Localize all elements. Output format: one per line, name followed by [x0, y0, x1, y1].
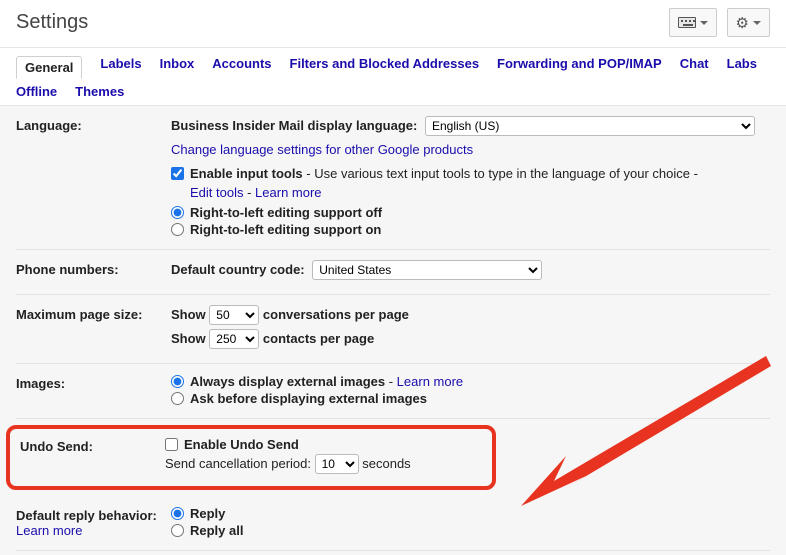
images-ask-label: Ask before displaying external images	[190, 391, 427, 406]
settings-header: Settings ⚙	[0, 0, 786, 48]
rtl-on-radio[interactable]	[171, 223, 184, 236]
images-learn-more-link[interactable]: Learn more	[397, 374, 463, 389]
gear-icon: ⚙	[736, 14, 749, 32]
display-language-select[interactable]: English (US)	[425, 116, 755, 136]
dash: -	[243, 185, 255, 200]
images-always-radio[interactable]	[171, 375, 184, 388]
input-tools-button[interactable]	[669, 8, 717, 37]
language-label: Language:	[16, 116, 171, 239]
enable-undo-send-label: Enable Undo Send	[184, 437, 299, 452]
cancellation-period-suffix: seconds	[362, 456, 410, 471]
show-label-2: Show	[171, 331, 206, 346]
header-buttons: ⚙	[669, 8, 770, 37]
contacts-suffix: contacts per page	[263, 331, 374, 346]
settings-gear-button[interactable]: ⚙	[727, 8, 770, 37]
images-always-label: Always display external images	[190, 374, 385, 389]
conversations-per-page-select[interactable]: 50	[209, 305, 259, 325]
learn-more-link[interactable]: Learn more	[255, 185, 321, 200]
images-ask-radio[interactable]	[171, 392, 184, 405]
enable-input-tools-checkbox[interactable]	[171, 167, 184, 180]
default-reply-label: Default reply behavior: Learn more	[16, 506, 171, 540]
enable-input-tools-label: Enable input tools	[190, 166, 303, 181]
contacts-per-page-select[interactable]: 250	[209, 329, 259, 349]
reply-label: Reply	[190, 506, 225, 521]
tab-labels[interactable]: Labels	[100, 56, 141, 78]
settings-tabs: General Labels Inbox Accounts Filters an…	[0, 48, 786, 106]
edit-tools-link[interactable]: Edit tools	[190, 185, 243, 200]
tab-filters[interactable]: Filters and Blocked Addresses	[290, 56, 480, 78]
section-undo-send: Undo Send: Enable Undo Send Send cancell…	[20, 437, 482, 478]
phone-label: Phone numbers:	[16, 260, 171, 284]
dropdown-caret-icon	[700, 21, 708, 25]
dropdown-caret-icon	[753, 21, 761, 25]
cancellation-period-select[interactable]: 10	[315, 454, 359, 474]
section-page-size: Maximum page size: Show 50 conversations…	[16, 295, 770, 364]
section-default-reply: Default reply behavior: Learn more Reply…	[16, 496, 770, 551]
section-images: Images: Always display external images -…	[16, 364, 770, 419]
rtl-on-label: Right-to-left editing support on	[190, 222, 381, 237]
change-language-link[interactable]: Change language settings for other Googl…	[171, 142, 473, 157]
rtl-off-radio[interactable]	[171, 206, 184, 219]
conversations-suffix: conversations per page	[263, 307, 409, 322]
dash: -	[385, 374, 397, 389]
page-size-label: Maximum page size:	[16, 305, 171, 353]
undo-send-highlight: Undo Send: Enable Undo Send Send cancell…	[6, 425, 496, 490]
show-label-1: Show	[171, 307, 206, 322]
settings-content: Language: Business Insider Mail display …	[0, 106, 786, 555]
section-language: Language: Business Insider Mail display …	[16, 106, 770, 250]
tab-labs[interactable]: Labs	[727, 56, 757, 78]
enable-undo-send-checkbox[interactable]	[165, 438, 178, 451]
section-phone: Phone numbers: Default country code: Uni…	[16, 250, 770, 295]
reply-learn-more-link[interactable]: Learn more	[16, 523, 82, 538]
tab-chat[interactable]: Chat	[680, 56, 709, 78]
undo-send-label: Undo Send:	[20, 437, 165, 478]
default-country-select[interactable]: United States	[312, 260, 542, 280]
reply-all-radio[interactable]	[171, 524, 184, 537]
reply-all-label: Reply all	[190, 523, 243, 538]
display-language-label: Business Insider Mail display language:	[171, 118, 417, 133]
tab-forwarding[interactable]: Forwarding and POP/IMAP	[497, 56, 662, 78]
tab-accounts[interactable]: Accounts	[212, 56, 271, 78]
cancellation-period-label: Send cancellation period:	[165, 456, 311, 471]
tab-general[interactable]: General	[16, 56, 82, 79]
page-title: Settings	[16, 11, 88, 34]
tab-inbox[interactable]: Inbox	[160, 56, 195, 78]
rtl-off-label: Right-to-left editing support off	[190, 205, 382, 220]
tab-offline[interactable]: Offline	[16, 84, 57, 99]
tab-themes[interactable]: Themes	[75, 84, 124, 99]
enable-input-tools-desc: - Use various text input tools to type i…	[303, 166, 698, 181]
images-label: Images:	[16, 374, 171, 408]
default-country-label: Default country code:	[171, 262, 305, 277]
keyboard-icon	[678, 17, 696, 28]
